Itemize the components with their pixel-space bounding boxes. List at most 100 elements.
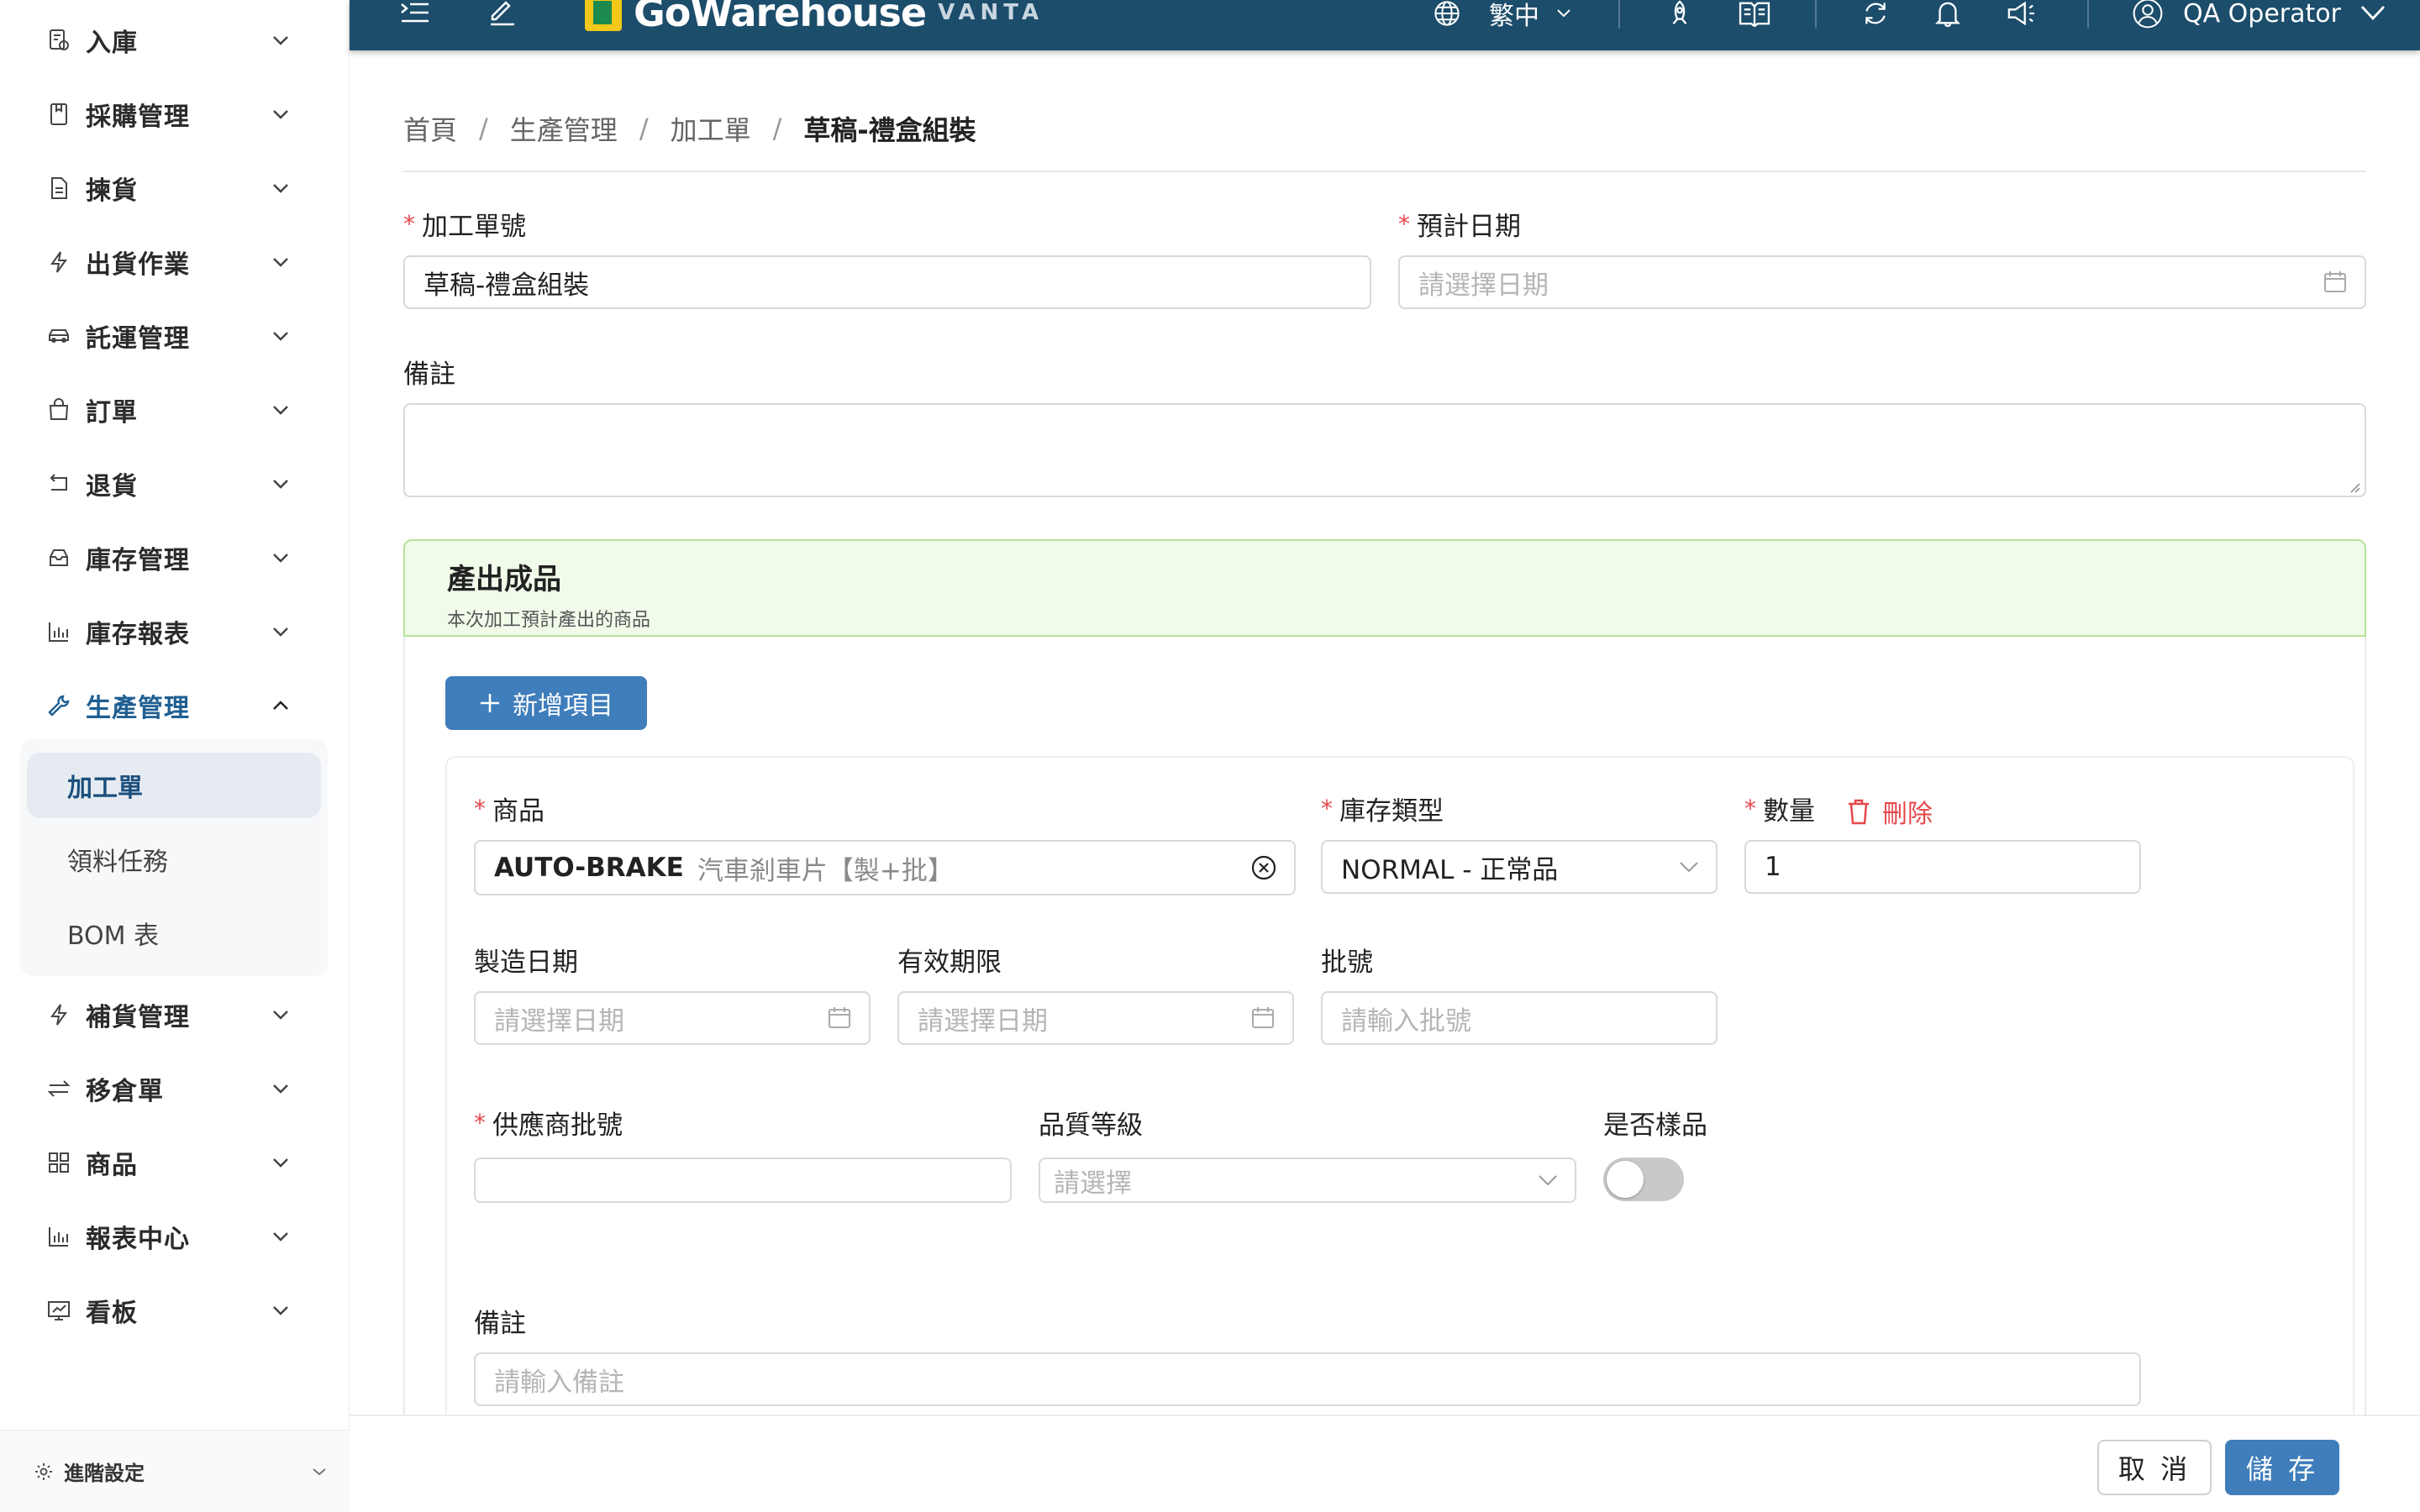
add-item-button[interactable]: 新增項目 [445, 676, 647, 730]
sidebar-item-shipping[interactable]: 出貨作業 [44, 237, 296, 287]
edit-icon[interactable] [487, 0, 518, 27]
sidebar-item-inventory-report[interactable]: 庫存報表 [44, 606, 296, 657]
sidebar-item-label: 託運管理 [86, 324, 190, 354]
order-no-input[interactable]: 草稿-禮盒組裝 [403, 255, 1371, 309]
bell-icon[interactable] [1934, 0, 1961, 27]
supplier-batch-input[interactable] [474, 1158, 1012, 1203]
breadcrumb-separator: / [639, 113, 649, 144]
lightning-icon [44, 1000, 74, 1030]
quality-grade-select[interactable]: 請選擇 [1039, 1158, 1576, 1203]
order-no-label: * 加工單號 [403, 205, 526, 243]
breadcrumb-current: 草稿-禮盒組裝 [803, 114, 976, 146]
chevron-down-icon [266, 543, 296, 573]
expiry-date-picker[interactable]: 請選擇日期 [897, 991, 1294, 1045]
bar-chart-icon [44, 617, 74, 647]
sidebar-item-label: 揀貨 [86, 176, 138, 206]
mfg-date-placeholder: 請選擇日期 [494, 1005, 624, 1037]
item-remark-input[interactable]: 請輸入備註 [474, 1352, 2141, 1406]
megaphone-icon[interactable] [2005, 0, 2037, 27]
chevron-down-icon [1556, 8, 1571, 18]
rocket-icon[interactable] [1665, 0, 1694, 27]
sidebar-item-products[interactable]: 商品 [44, 1137, 296, 1188]
inbound-icon [44, 25, 74, 55]
sidebar-item-label: 生產管理 [86, 694, 190, 723]
trash-icon [1847, 798, 1870, 825]
refresh-icon[interactable] [1860, 0, 1891, 27]
product-select[interactable]: AUTO-BRAKE 汽車剎車片【製+批】 [474, 840, 1296, 895]
cancel-button[interactable]: 取 消 [2097, 1440, 2212, 1495]
sidebar-item-dashboard[interactable]: 看板 [44, 1285, 296, 1336]
calendar-icon [1250, 1005, 1276, 1031]
sidebar-item-purchase[interactable]: 採購管理 [44, 89, 296, 139]
sidebar-item-label: 入庫 [86, 29, 138, 58]
sidebar-item-transfer[interactable]: 移倉單 [44, 1063, 296, 1114]
inbox-icon [44, 543, 74, 573]
chevron-down-icon [266, 1221, 296, 1252]
item-remark-label: 備註 [474, 1309, 526, 1339]
breadcrumb: 首頁 / 生產管理 / 加工單 / 草稿-禮盒組裝 [403, 109, 976, 148]
is-sample-label: 是否樣品 [1603, 1110, 1707, 1141]
sidebar-item-inbound[interactable]: 入庫 [44, 15, 296, 66]
sidebar-item-production[interactable]: 生產管理 [44, 680, 296, 731]
clear-icon[interactable] [1250, 854, 1277, 881]
section-header: 產出成品 本次加工預計產出的商品 [403, 539, 2366, 637]
sidebar-item-picking[interactable]: 揀貨 [44, 163, 296, 213]
sidebar-item-returns[interactable]: 退貨 [44, 459, 296, 509]
mfg-date-picker[interactable]: 請選擇日期 [474, 991, 871, 1045]
advanced-settings-label: 進階設定 [64, 1462, 145, 1485]
chevron-down-icon [311, 1467, 328, 1477]
section-title: 產出成品 [447, 563, 561, 596]
chevron-down-icon [1538, 1174, 1558, 1186]
sidebar-item-label: 訂單 [86, 398, 138, 428]
sidebar-item-label: 移倉單 [86, 1077, 164, 1106]
lightning-icon [44, 247, 74, 277]
product-label: * 商品 [474, 790, 544, 827]
section-description: 本次加工預計產出的商品 [447, 610, 651, 631]
sidebar-item-label: 報表中心 [86, 1225, 190, 1254]
breadcrumb-processing-order[interactable]: 加工單 [671, 109, 751, 148]
divider [2087, 0, 2089, 29]
sidebar-item-orders[interactable]: 訂單 [44, 385, 296, 435]
plus-icon [479, 692, 501, 714]
delete-label: 刪除 [1882, 800, 1933, 829]
batch-input[interactable]: 請輸入批號 [1321, 991, 1718, 1045]
quantity-input[interactable]: 1 [1744, 840, 2141, 894]
breadcrumb-home[interactable]: 首頁 [403, 109, 457, 148]
resize-handle-icon[interactable] [2348, 480, 2361, 494]
user-menu[interactable]: QA Operator [2129, 0, 2386, 29]
quantity-label: * 數量 [1744, 790, 1815, 827]
sidebar-subitem-processing-order[interactable]: 加工單 [27, 753, 321, 818]
breadcrumb-production[interactable]: 生產管理 [510, 109, 618, 148]
mfg-date-label: 製造日期 [474, 948, 578, 978]
stock-type-select[interactable]: NORMAL - 正常品 [1321, 840, 1718, 894]
sidebar-item-replenishment[interactable]: 補貨管理 [44, 990, 296, 1040]
expected-date-label-text: 預計日期 [1417, 212, 1521, 242]
sidebar-item-consignment[interactable]: 託運管理 [44, 311, 296, 361]
chevron-down-icon [266, 469, 296, 499]
chevron-down-icon [266, 25, 296, 55]
sidebar-item-report-center[interactable]: 報表中心 [44, 1211, 296, 1262]
chevron-down-icon [266, 173, 296, 203]
language-switcher[interactable]: 繁中 [1430, 0, 1571, 31]
car-icon [44, 321, 74, 351]
order-no-label-text: 加工單號 [422, 212, 526, 242]
globe-icon [1430, 0, 1464, 27]
stock-type-value: NORMAL - 正常品 [1341, 854, 1559, 885]
sidebar-item-inventory[interactable]: 庫存管理 [44, 533, 296, 583]
collapse-menu-icon[interactable] [400, 0, 430, 27]
is-sample-toggle[interactable] [1603, 1158, 1684, 1201]
manual-book-icon[interactable] [1738, 0, 1771, 27]
remark-textarea[interactable] [403, 403, 2366, 497]
advanced-settings-toggle[interactable]: 進階設定 [0, 1430, 350, 1512]
delete-item-button[interactable]: 刪除 [1847, 793, 1933, 830]
required-mark: * [1398, 210, 1410, 238]
save-button[interactable]: 儲 存 [2225, 1440, 2339, 1495]
required-mark: * [474, 1109, 486, 1137]
expiry-date-placeholder: 請選擇日期 [918, 1005, 1048, 1037]
expected-date-placeholder: 請選擇日期 [1418, 270, 1549, 301]
sidebar-subitem-material-task[interactable]: 領料任務 [27, 827, 321, 892]
sidebar-subitem-bom[interactable]: BOM 表 [27, 900, 321, 966]
chevron-down-icon [266, 1000, 296, 1030]
language-label: 繁中 [1489, 2, 1539, 31]
expected-date-picker[interactable]: 請選擇日期 [1398, 255, 2366, 309]
